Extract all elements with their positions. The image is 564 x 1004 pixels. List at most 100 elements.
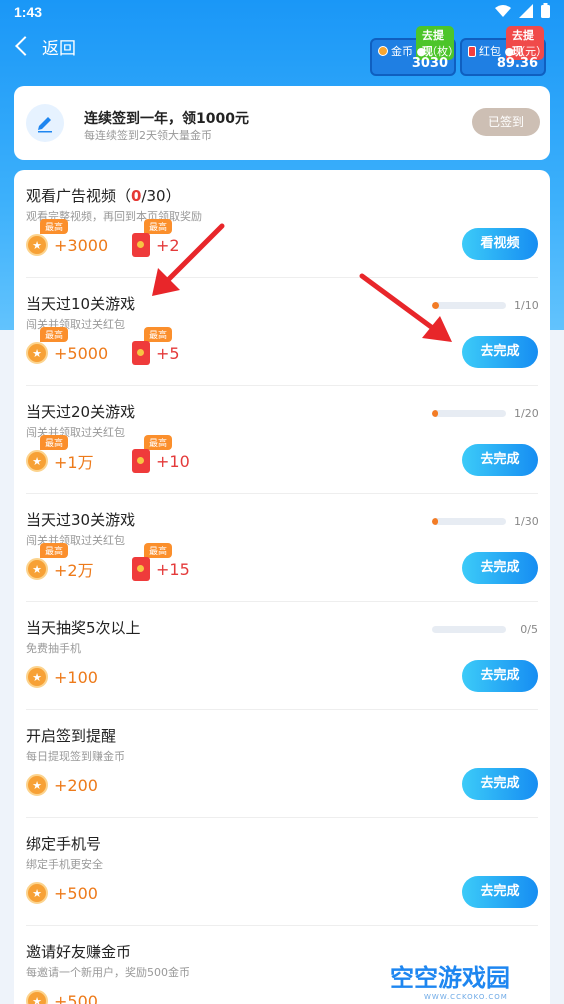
progress-text: 1/20 [514, 407, 539, 420]
max-tag: 最高 [40, 543, 69, 558]
task-title: 当天过10关游戏 [26, 295, 136, 313]
coin-reward: ★ +200 [26, 772, 98, 798]
red-packet-reward-value: +5 [156, 343, 180, 363]
coin-icon: ★ [26, 558, 48, 580]
task-title: 当天抽奖5次以上 [26, 619, 141, 637]
coin-reward-value: +500 [54, 883, 98, 903]
red-packet-icon [132, 341, 150, 365]
task-title: 当天过20关游戏 [26, 403, 136, 421]
task-action-button[interactable]: 去完成 [462, 876, 538, 908]
red-packet-balance: 89.36 [496, 56, 538, 71]
task-action-button[interactable]: 看视频 [462, 228, 538, 260]
coin-reward: 最高 ★ +1万 [26, 435, 94, 474]
signin-title: 连续签到一年，领1000元 [84, 111, 249, 127]
task-list: 观看广告视频（0/30） 观看完整视频，再回到本页领取奖励 最高 ★ +3000 … [14, 170, 550, 1004]
coin-icon: ★ [26, 882, 48, 904]
status-icons [495, 3, 550, 18]
progress-text: 1/10 [514, 299, 539, 312]
red-packet-reward: 最高 +10 [132, 435, 190, 474]
max-tag: 最高 [144, 327, 173, 342]
task-title: 当天过30关游戏 [26, 511, 136, 529]
red-packet-icon [132, 449, 150, 473]
coin-reward: ★ +100 [26, 664, 98, 690]
task-progress: 0/5 [432, 623, 538, 636]
red-packet-wallet[interactable]: 去提现 红包 ●（元） 89.36 [460, 26, 547, 76]
coin-reward: 最高 ★ +3000 [26, 219, 109, 258]
progress-text: 1/30 [514, 515, 539, 528]
task-action-button[interactable]: 去完成 [462, 768, 538, 800]
task-title: 绑定手机号 [26, 835, 102, 853]
back-button[interactable]: 返回 [12, 32, 76, 60]
progress-fill [432, 518, 438, 525]
task-row: 绑定手机号绑定手机更安全 ★ +500 去完成 [26, 818, 538, 926]
status-time: 1:43 [14, 4, 43, 20]
task-subtitle: 每日提现签到赚金币 [26, 750, 125, 763]
max-tag: 最高 [40, 327, 69, 342]
watermark-subtext: WWW.CCKOKO.COM [424, 993, 508, 1001]
max-tag: 最高 [144, 543, 173, 558]
progress-fill [432, 410, 438, 417]
coin-reward-value: +200 [54, 775, 98, 795]
pointer-arrow-left [152, 223, 225, 296]
coin-reward-value: +2万 [54, 561, 94, 580]
red-packet-reward: 最高 +15 [132, 543, 190, 582]
task-row: 当天抽奖5次以上免费抽手机 ★ +100 0/5 去完成 [26, 602, 538, 710]
status-bar: 1:43 [0, 0, 564, 28]
task-row: 观看广告视频（0/30） 观看完整视频，再回到本页领取奖励 最高 ★ +3000 … [26, 170, 538, 278]
max-tag: 最高 [40, 219, 69, 234]
task-progress: 1/20 [432, 407, 539, 420]
coin-reward-value: +1万 [54, 453, 94, 472]
task-subtitle: 每邀请一个新用户，奖励500金币 [26, 966, 190, 979]
coin-reward-value: +500 [54, 991, 98, 1004]
red-packet-icon [132, 233, 150, 257]
task-subtitle: 免费抽手机 [26, 642, 81, 655]
wifi-icon [495, 4, 511, 17]
task-action-button[interactable]: 去完成 [462, 336, 538, 368]
task-title: 开启签到提醒 [26, 727, 117, 745]
coin-balance: 3030 [411, 56, 448, 71]
coin-icon: ★ [26, 342, 48, 364]
coin-wallet[interactable]: 去提现 金币 ●（枚） 3030 [370, 26, 459, 76]
coin-reward: 最高 ★ +5000 [26, 327, 108, 366]
coin-reward-value: +100 [54, 667, 98, 687]
task-action-button[interactable]: 去完成 [462, 552, 538, 584]
red-packet-reward-value: +10 [156, 451, 190, 471]
red-packet-icon [468, 45, 476, 57]
progress-text: 0/5 [520, 623, 538, 636]
back-arrow-icon [15, 36, 35, 56]
task-action-button[interactable]: 去完成 [462, 444, 538, 476]
coin-icon: ★ [26, 774, 48, 796]
pencil-icon [26, 104, 64, 142]
coin-reward: 最高 ★ +2万 [26, 543, 94, 582]
task-row: 当天过20关游戏 闯关并领取过关红包 最高 ★ +1万 最高 +10 1/20 去… [26, 386, 539, 494]
signin-card: 连续签到一年，领1000元 每连续签到2天领大量金币 已签到 [14, 86, 550, 160]
red-packet-icon [132, 557, 150, 581]
coin-icon: ★ [26, 666, 48, 688]
coin-icon: ★ [26, 234, 48, 256]
signal-icon [519, 3, 533, 18]
battery-icon [541, 3, 550, 18]
max-tag: 最高 [40, 435, 69, 450]
max-tag: 最高 [144, 435, 173, 450]
pointer-arrow-right [359, 273, 452, 342]
signed-in-button[interactable]: 已签到 [472, 108, 540, 136]
signin-subtitle: 每连续签到2天领大量金币 [84, 129, 212, 142]
red-packet-reward-value: +15 [156, 559, 190, 579]
task-action-button[interactable]: 去完成 [462, 660, 538, 692]
coin-reward: ★ +500 [26, 988, 98, 1004]
coin-icon: ★ [26, 450, 48, 472]
red-packet-reward: 最高 +5 [132, 327, 180, 366]
progress-track [432, 518, 506, 525]
watermark-text: 空空游戏园 [390, 964, 510, 992]
task-title: 观看广告视频（0/30） [26, 187, 181, 205]
watermark-logo: 空空游戏园 WWW.CCKOKO.COM [390, 958, 550, 1001]
task-row: 当天过30关游戏 闯关并领取过关红包 最高 ★ +2万 最高 +15 1/30 去… [26, 494, 539, 602]
task-row: 当天过10关游戏 闯关并领取过关红包 最高 ★ +5000 最高 +5 1/10 … [26, 278, 539, 386]
task-progress: 1/30 [432, 515, 539, 528]
progress-track [432, 626, 506, 633]
coin-reward: ★ +500 [26, 880, 98, 906]
coin-reward-value: +3000 [54, 235, 109, 255]
task-row: 开启签到提醒每日提现签到赚金币 ★ +200 去完成 [26, 710, 538, 818]
coin-icon: ★ [26, 990, 48, 1004]
task-subtitle: 绑定手机更安全 [26, 858, 103, 871]
